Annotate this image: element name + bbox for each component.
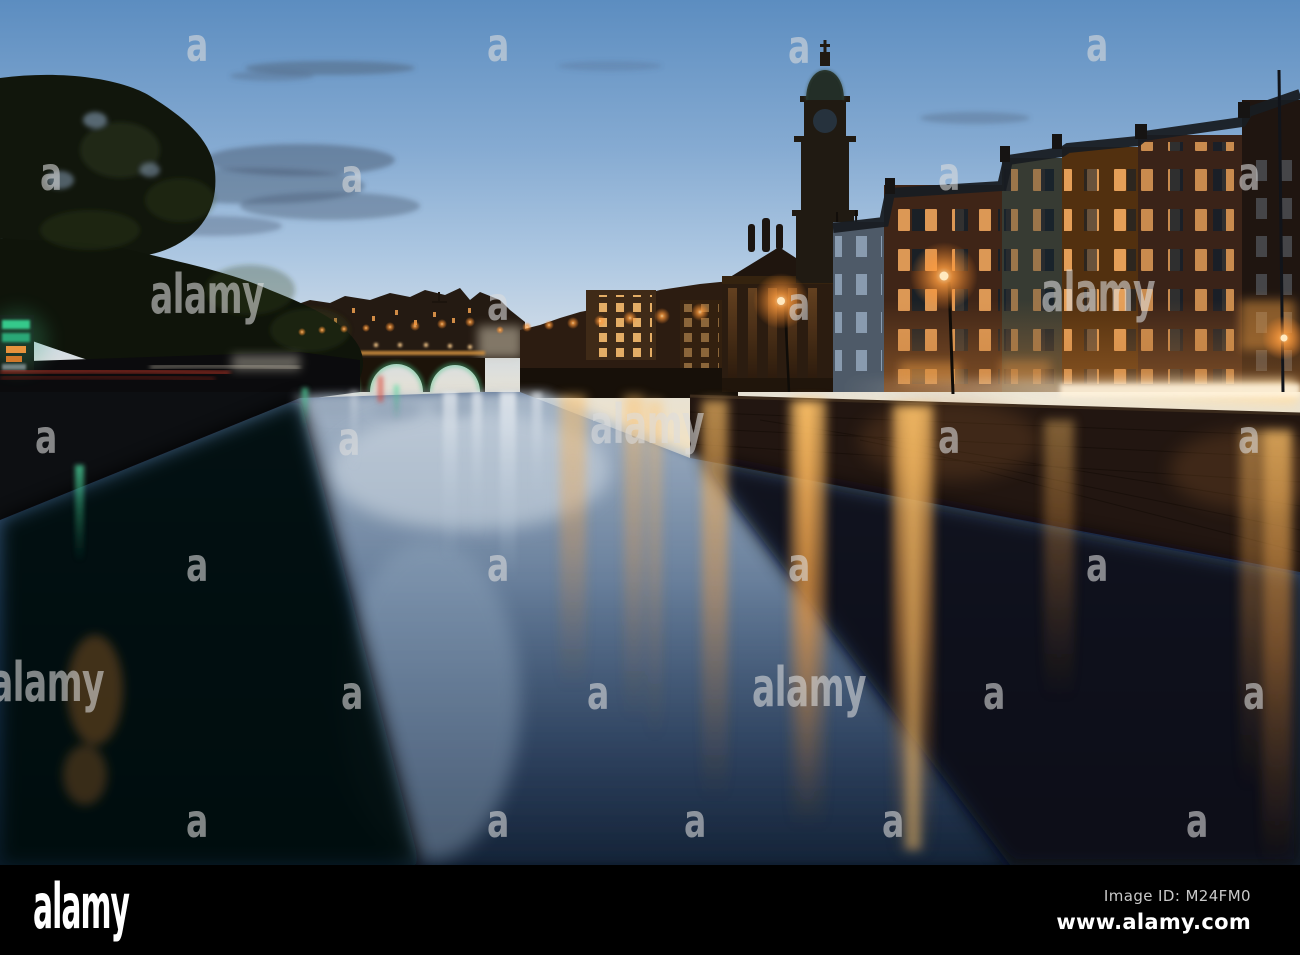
alamy-logo: alamy [33, 870, 130, 943]
image-id-text: Image ID: M24FM0 [1103, 886, 1251, 905]
image-credit: Image ID: M24FM0 www.alamy.com [1056, 887, 1251, 934]
clock-face [813, 109, 837, 133]
alamy-stock-photo-page: a a a a a a a a a a a a a a a a a a a a a a a a a a a alamy alamy ala… [0, 0, 1300, 955]
alamy-url-text: www.alamy.com [1056, 909, 1251, 934]
photo-scene [0, 0, 1300, 865]
photo-dublin-liffey-dusk: a a a a a a a a a a a a a a a a a a a a a a a a a a a alamy alamy ala… [0, 0, 1300, 865]
alamy-footer-bar: alamy Image ID: M24FM0 www.alamy.com [0, 865, 1300, 955]
